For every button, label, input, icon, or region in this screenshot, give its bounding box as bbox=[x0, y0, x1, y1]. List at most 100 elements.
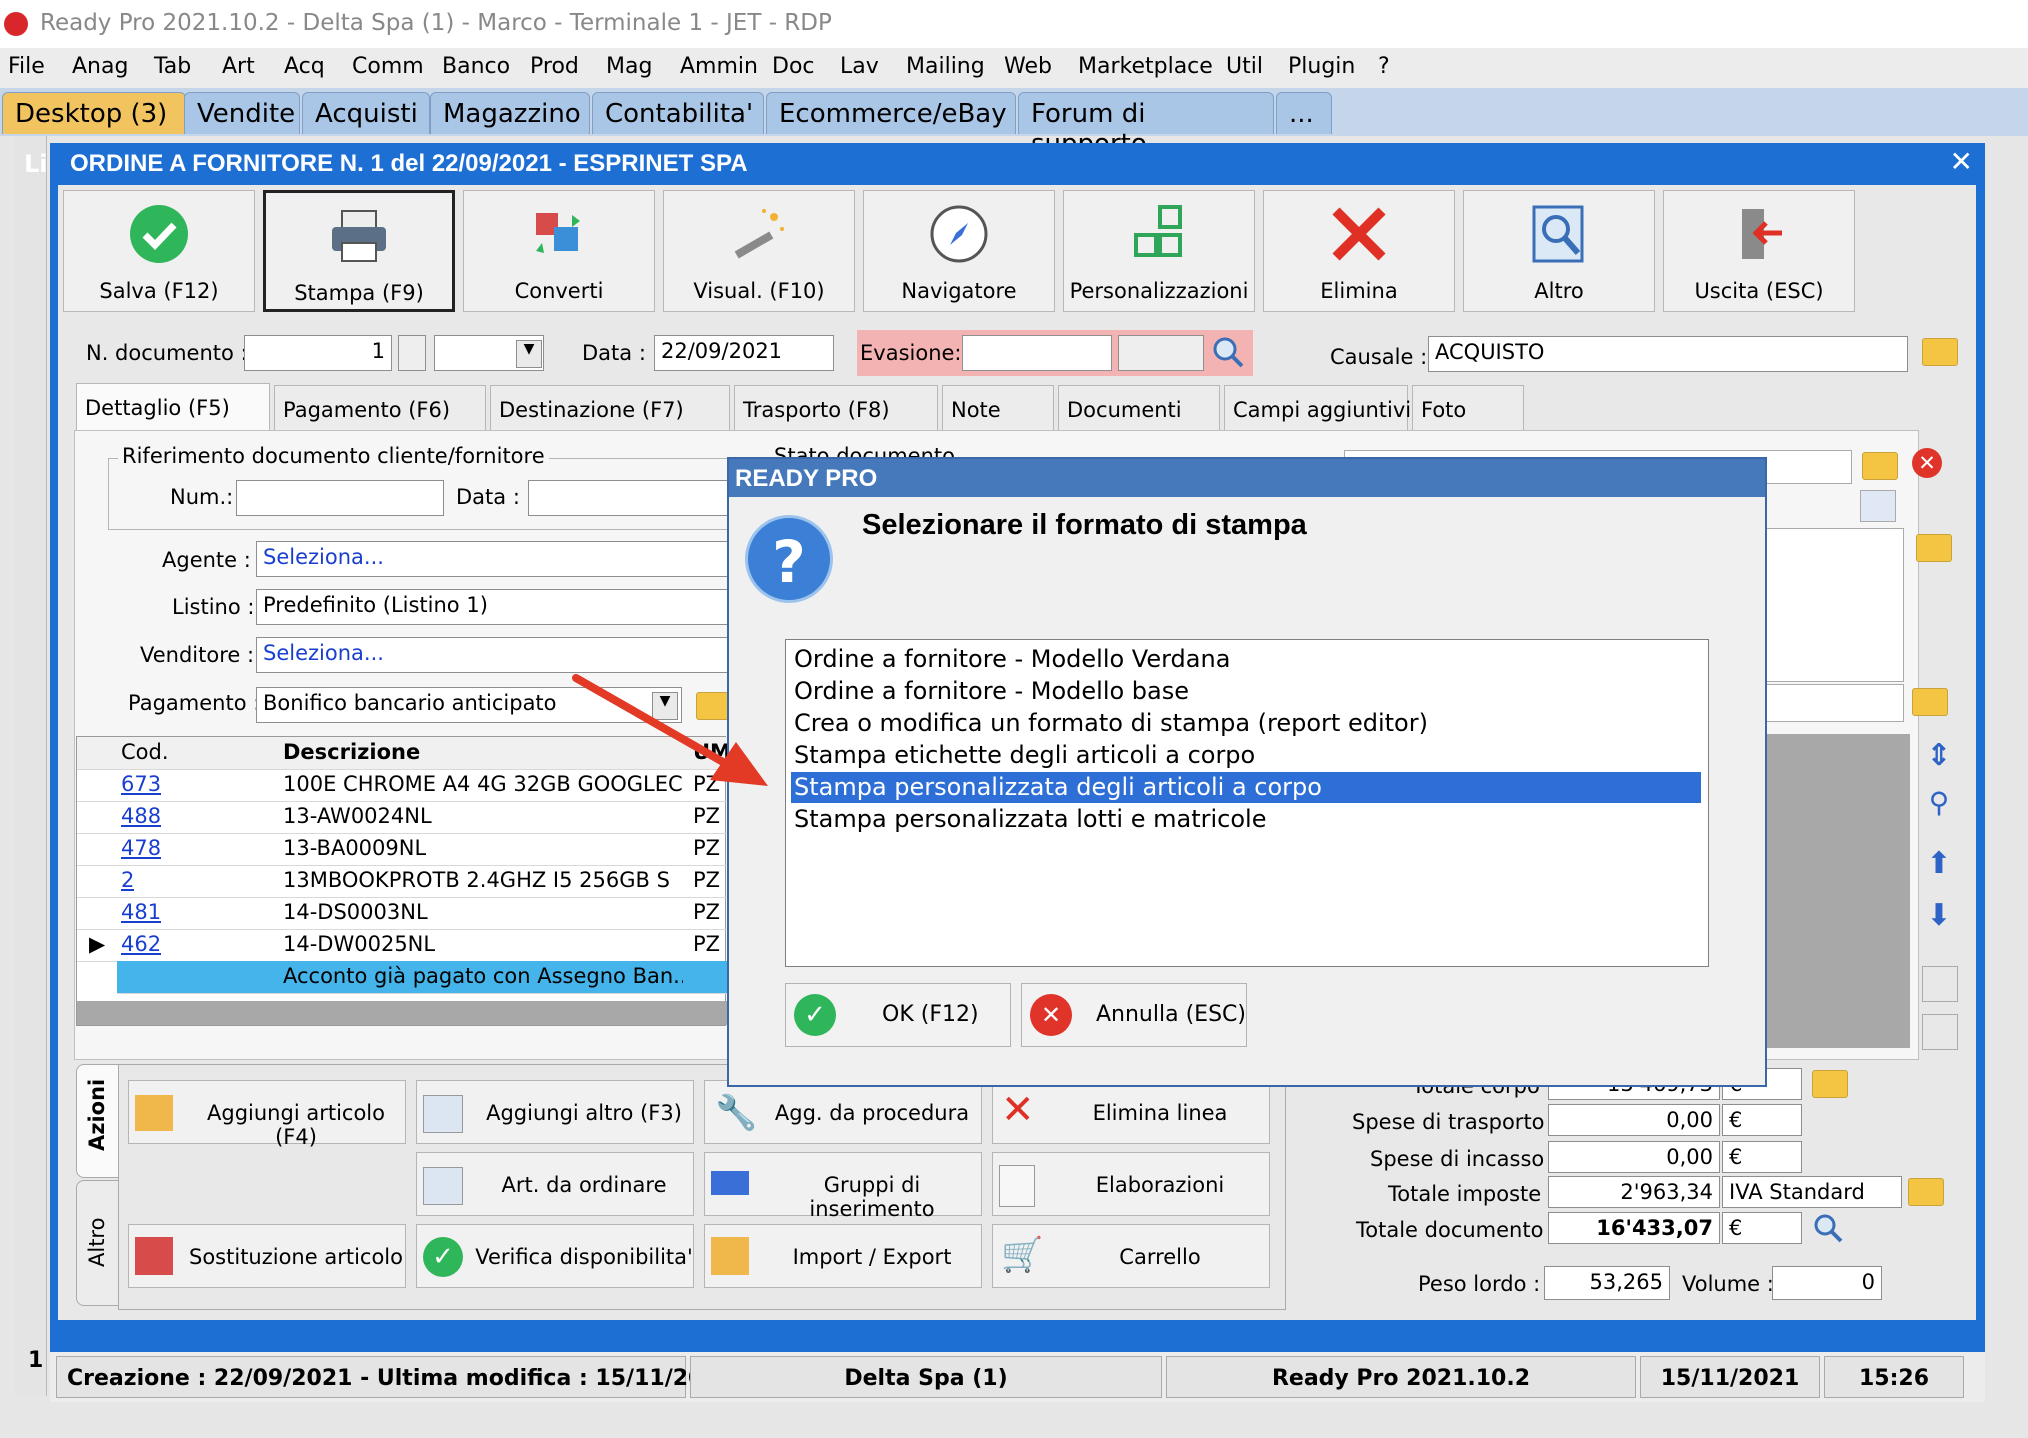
iva-field[interactable]: IVA Standard bbox=[1722, 1176, 1902, 1208]
tab-vendite[interactable]: Vendite bbox=[184, 92, 300, 134]
print-button[interactable]: Stampa (F9) bbox=[263, 190, 455, 312]
arrow-down-icon[interactable]: ⬇ bbox=[1922, 898, 1956, 933]
folder-icon[interactable] bbox=[1912, 688, 1948, 716]
notes-area[interactable] bbox=[1760, 528, 1904, 682]
menu-banco[interactable]: Banco bbox=[442, 54, 510, 79]
listino-select[interactable]: Predefinito (Listino 1) bbox=[256, 589, 756, 625]
date-field[interactable]: 22/09/2021 bbox=[654, 335, 834, 371]
folder-icon[interactable] bbox=[1908, 1178, 1944, 1206]
pagamento-extra-field[interactable] bbox=[1760, 684, 1904, 722]
arrow-up-icon[interactable]: ⬆ bbox=[1922, 846, 1956, 881]
delete-line-button[interactable]: ✕ Elimina linea bbox=[992, 1080, 1270, 1144]
exit-button[interactable]: Uscita (ESC) bbox=[1663, 190, 1855, 312]
menu-comm[interactable]: Comm bbox=[352, 54, 424, 79]
articles-to-order-button[interactable]: Art. da ordinare bbox=[416, 1152, 694, 1216]
settings-page-icon[interactable] bbox=[1922, 966, 1958, 1002]
tab-trasporto[interactable]: Trasporto (F8) bbox=[734, 385, 938, 431]
menu-plugin[interactable]: Plugin bbox=[1288, 54, 1355, 79]
replace-article-button[interactable]: Sostituzione articolo bbox=[128, 1224, 406, 1288]
folder-icon[interactable] bbox=[1862, 452, 1898, 480]
menu-ammin[interactable]: Ammin bbox=[680, 54, 758, 79]
volume-field[interactable]: 0 bbox=[1772, 1266, 1882, 1300]
folder-icon[interactable] bbox=[1916, 534, 1952, 562]
row-cod[interactable]: 481 bbox=[121, 900, 161, 924]
format-list[interactable]: Ordine a fornitore - Modello Verdana Ord… bbox=[785, 639, 1709, 967]
menu-anag[interactable]: Anag bbox=[72, 54, 128, 79]
table-row[interactable]: 488 13-AW0024NL PZ bbox=[77, 801, 727, 834]
row-cod[interactable]: 462 bbox=[121, 932, 161, 956]
table-row-selected[interactable]: Acconto già pagato con Assegno Ban... bbox=[117, 961, 727, 994]
save-button[interactable]: Salva (F12) bbox=[63, 190, 255, 312]
zoom-icon[interactable] bbox=[1812, 1212, 1844, 1244]
peso-field[interactable]: 53,265 bbox=[1544, 1266, 1670, 1300]
sort-icon[interactable]: ⇕ bbox=[1922, 738, 1956, 773]
format-option[interactable]: Ordine a fornitore - Modello Verdana bbox=[791, 644, 1701, 675]
ndoc-suffix-field[interactable] bbox=[398, 335, 426, 371]
horizontal-scrollbar[interactable] bbox=[77, 1001, 727, 1025]
spese-incasso-field[interactable]: 0,00 bbox=[1548, 1141, 1720, 1173]
add-from-procedure-button[interactable]: 🔧 Agg. da procedura bbox=[704, 1080, 982, 1144]
ndoc-field[interactable]: 1 bbox=[244, 335, 392, 371]
num-field[interactable] bbox=[236, 480, 444, 516]
copy-icon[interactable] bbox=[1922, 1014, 1958, 1050]
rif-date-field[interactable] bbox=[528, 480, 748, 516]
tab-pagamento[interactable]: Pagamento (F6) bbox=[274, 385, 486, 431]
search-icon[interactable]: ⚲ bbox=[1922, 786, 1956, 820]
tab-more[interactable]: ... bbox=[1276, 92, 1332, 134]
menu-doc[interactable]: Doc bbox=[772, 54, 815, 79]
menu-util[interactable]: Util bbox=[1226, 54, 1263, 79]
evasione-extra-field[interactable] bbox=[1118, 335, 1204, 371]
causale-field[interactable]: ACQUISTO bbox=[1428, 336, 1908, 372]
row-cod[interactable]: 673 bbox=[121, 772, 161, 796]
menu-marketplace[interactable]: Marketplace bbox=[1078, 54, 1213, 79]
table-row[interactable]: 481 14-DS0003NL PZ bbox=[77, 897, 727, 930]
cancel-button[interactable]: ✕ Annulla (ESC) bbox=[1021, 983, 1247, 1047]
menu-acq[interactable]: Acq bbox=[284, 54, 325, 79]
tab-contabilita[interactable]: Contabilita' bbox=[592, 92, 764, 134]
side-tab-altro[interactable]: Altro bbox=[76, 1180, 120, 1306]
more-button[interactable]: Altro bbox=[1463, 190, 1655, 312]
user-search-icon[interactable] bbox=[1860, 490, 1896, 522]
remove-icon[interactable]: ✕ bbox=[1912, 448, 1942, 478]
menu-file[interactable]: File bbox=[8, 54, 45, 79]
tab-magazzino[interactable]: Magazzino bbox=[430, 92, 590, 134]
format-option[interactable]: Stampa etichette degli articoli a corpo bbox=[791, 740, 1701, 771]
tab-dettaglio[interactable]: Dettaglio (F5) bbox=[76, 383, 270, 433]
view-button[interactable]: Visual. (F10) bbox=[663, 190, 855, 312]
import-export-button[interactable]: Import / Export bbox=[704, 1224, 982, 1288]
insert-groups-button[interactable]: Gruppi di inserimento bbox=[704, 1152, 982, 1221]
add-article-button[interactable]: Aggiungi articolo (F4) bbox=[128, 1080, 406, 1149]
menu-mag[interactable]: Mag bbox=[606, 54, 652, 79]
zoom-icon[interactable] bbox=[1210, 334, 1246, 370]
check-availability-button[interactable]: ✓ Verifica disponibilita' bbox=[416, 1224, 694, 1288]
menu-tab[interactable]: Tab bbox=[154, 54, 191, 79]
tab-destinazione[interactable]: Destinazione (F7) bbox=[490, 385, 730, 431]
table-row[interactable]: 2 13MBOOKPROTB 2.4GHZ I5 256GB S PZ bbox=[77, 865, 727, 898]
delete-button[interactable]: Elimina bbox=[1263, 190, 1455, 312]
tab-campi-aggiuntivi[interactable]: Campi aggiuntivi bbox=[1224, 385, 1411, 431]
convert-button[interactable]: Converti bbox=[463, 190, 655, 312]
chevron-down-icon[interactable]: ▼ bbox=[516, 340, 542, 368]
cart-button[interactable]: 🛒 Carrello bbox=[992, 1224, 1270, 1288]
tab-acquisti[interactable]: Acquisti bbox=[302, 92, 430, 134]
menu-web[interactable]: Web bbox=[1004, 54, 1052, 79]
close-icon[interactable]: ✕ bbox=[1950, 145, 1973, 178]
add-other-button[interactable]: Aggiungi altro (F3) bbox=[416, 1080, 694, 1144]
format-option-selected[interactable]: Stampa personalizzata degli articoli a c… bbox=[791, 772, 1701, 803]
ok-button[interactable]: ✓ OK (F12) bbox=[785, 983, 1011, 1047]
folder-icon[interactable] bbox=[1812, 1070, 1848, 1098]
processing-button[interactable]: Elaborazioni bbox=[992, 1152, 1270, 1216]
menu-prod[interactable]: Prod bbox=[530, 54, 579, 79]
menu-art[interactable]: Art bbox=[222, 54, 255, 79]
tab-ecommerce[interactable]: Ecommerce/eBay bbox=[766, 92, 1016, 134]
row-cod[interactable]: 2 bbox=[121, 868, 134, 892]
spese-trasporto-field[interactable]: 0,00 bbox=[1548, 1104, 1720, 1136]
format-option[interactable]: Ordine a fornitore - Modello base bbox=[791, 676, 1701, 707]
agente-field[interactable]: Seleziona... bbox=[256, 541, 756, 577]
table-row[interactable]: 478 13-BA0009NL PZ bbox=[77, 833, 727, 866]
menu-help[interactable]: ? bbox=[1378, 54, 1390, 79]
evasione-field[interactable] bbox=[962, 335, 1112, 371]
tab-foto[interactable]: Foto bbox=[1412, 385, 1524, 431]
format-option[interactable]: Stampa personalizzata lotti e matricole bbox=[791, 804, 1701, 835]
tab-documenti[interactable]: Documenti bbox=[1058, 385, 1220, 431]
